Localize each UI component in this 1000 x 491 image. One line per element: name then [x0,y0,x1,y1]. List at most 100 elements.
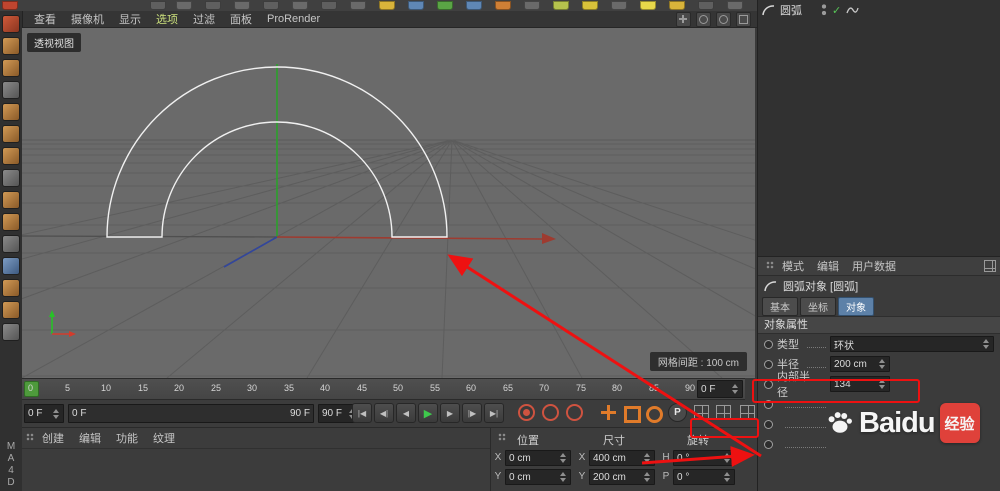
tab-basic[interactable]: 基本 [762,297,798,316]
goto-start-button[interactable]: |◀ [352,403,372,423]
menu-user-data[interactable]: 用户数据 [852,258,896,274]
toolbar-icon-fragment[interactable] [321,1,337,10]
menu-camera[interactable]: 摄像机 [71,11,104,27]
position-x-field[interactable]: 0 cm [505,450,571,466]
spinner[interactable] [558,470,567,484]
tab-coordinates[interactable]: 坐标 [800,297,836,316]
inner-radius-field[interactable]: 134 [830,376,890,392]
param-radio-icon[interactable] [764,420,773,429]
left-tool-icon[interactable] [2,147,20,165]
param-radio-icon[interactable] [764,380,773,389]
radius-field[interactable]: 200 cm [830,356,890,372]
perspective-viewport[interactable]: 透视视图 网格间距 : 100 cm [22,28,755,378]
menu-options[interactable]: 选项 [156,11,178,27]
menu-filter[interactable]: 过滤 [193,11,215,27]
keyframe-selection-icon[interactable] [566,404,583,421]
param-radio-icon[interactable] [764,400,773,409]
spinner[interactable] [877,377,886,391]
play-button[interactable]: ▶ [418,403,438,423]
record-scale-icon[interactable] [622,404,639,421]
menu-prorender[interactable]: ProRender [267,13,320,25]
record-keyframe-icon[interactable] [518,404,535,421]
spinner[interactable] [642,451,651,465]
goto-end-button[interactable]: ▶| [484,403,504,423]
toolbar-icon-fragment[interactable] [263,1,279,10]
left-tool-icon[interactable] [2,257,20,275]
param-radio-icon[interactable] [764,440,773,449]
record-parameter-button[interactable]: P [668,403,687,422]
next-frame-button[interactable]: ▶ [440,403,460,423]
spinner[interactable] [722,470,731,484]
toolbar-icon-fragment[interactable] [350,1,366,10]
drag-handle-icon[interactable] [26,433,36,443]
toolbar-icon-fragment[interactable] [234,1,250,10]
menu-panel[interactable]: 面板 [230,11,252,27]
next-key-button[interactable]: |▶ [462,403,482,423]
toolbar-icon-fragment[interactable] [640,1,656,10]
type-dropdown[interactable]: 环状 [830,336,994,352]
toolbar-icon-fragment[interactable] [582,1,598,10]
spinner[interactable] [722,451,731,465]
left-tool-icon[interactable] [2,169,20,187]
menu-mode[interactable]: 模式 [782,258,804,274]
frame-range-slider[interactable]: 0 F 90 F [68,404,314,423]
spinner[interactable] [558,451,567,465]
param-radio-icon[interactable] [764,340,773,349]
layout-grid-icon[interactable] [716,405,731,420]
layout-grid-icon[interactable] [984,260,996,272]
current-frame-field[interactable]: 0 F [24,404,64,423]
spinner[interactable] [642,470,651,484]
spinner[interactable] [877,357,886,371]
toolbar-icon-fragment[interactable] [176,1,192,10]
size-x-field[interactable]: 400 cm [589,450,655,466]
orbit-view-icon[interactable] [696,12,711,27]
toolbar-icon-fragment[interactable] [408,1,424,10]
maximize-view-icon[interactable] [736,12,751,27]
object-row-arc[interactable]: 圆弧 ✓ [758,0,1000,20]
drag-handle-icon[interactable] [766,261,776,271]
menu-view[interactable]: 查看 [34,11,56,27]
autokey-icon[interactable] [542,404,559,421]
object-name[interactable]: 圆弧 [780,2,802,18]
section-object-properties[interactable]: 对象属性 [758,316,1000,334]
zoom-view-icon[interactable] [716,12,731,27]
left-tool-icon[interactable] [2,15,20,33]
menu-function[interactable]: 功能 [116,430,138,446]
toolbar-icon-fragment[interactable] [495,1,511,10]
spinner[interactable] [51,405,60,422]
pan-view-icon[interactable] [676,12,691,27]
toolbar-icon-fragment[interactable] [553,1,569,10]
menu-edit[interactable]: 编辑 [79,430,101,446]
previous-key-button[interactable]: ◀| [374,403,394,423]
panel-toggle-icon[interactable] [740,405,755,420]
menu-texture[interactable]: 纹理 [153,430,175,446]
drag-handle-icon[interactable] [498,433,508,443]
view-label[interactable]: 透视视图 [27,33,81,52]
toolbar-icon-fragment[interactable] [611,1,627,10]
menu-display[interactable]: 显示 [119,11,141,27]
toolbar-icon-fragment[interactable] [150,1,166,10]
toolbar-icon-fragment[interactable] [292,1,308,10]
enabled-check-icon[interactable]: ✓ [832,4,841,17]
left-tool-icon[interactable] [2,59,20,77]
left-tool-icon[interactable] [2,81,20,99]
toolbar-icon-fragment[interactable] [466,1,482,10]
left-tool-icon[interactable] [2,37,20,55]
left-tool-icon[interactable] [2,279,20,297]
left-tool-icon[interactable] [2,301,20,319]
previous-frame-button[interactable]: ◀ [396,403,416,423]
left-tool-icon[interactable] [2,191,20,209]
toolbar-icon-fragment[interactable] [379,1,395,10]
position-y-field[interactable]: 0 cm [505,469,571,485]
timeline-ruler[interactable]: 0 5 10 15 20 25 30 35 40 45 50 55 60 65 … [22,378,745,400]
toolbar-icon-fragment[interactable] [524,1,540,10]
toolbar-icon-fragment[interactable] [727,1,743,10]
toolbar-icon-fragment[interactable] [205,1,221,10]
left-tool-icon[interactable] [2,103,20,121]
tab-object[interactable]: 对象 [838,297,874,316]
dropdown-arrows-icon[interactable] [981,337,990,351]
menu-create[interactable]: 创建 [42,430,64,446]
record-rotation-icon[interactable] [644,404,661,421]
size-y-field[interactable]: 200 cm [589,469,655,485]
left-tool-icon[interactable] [2,235,20,253]
